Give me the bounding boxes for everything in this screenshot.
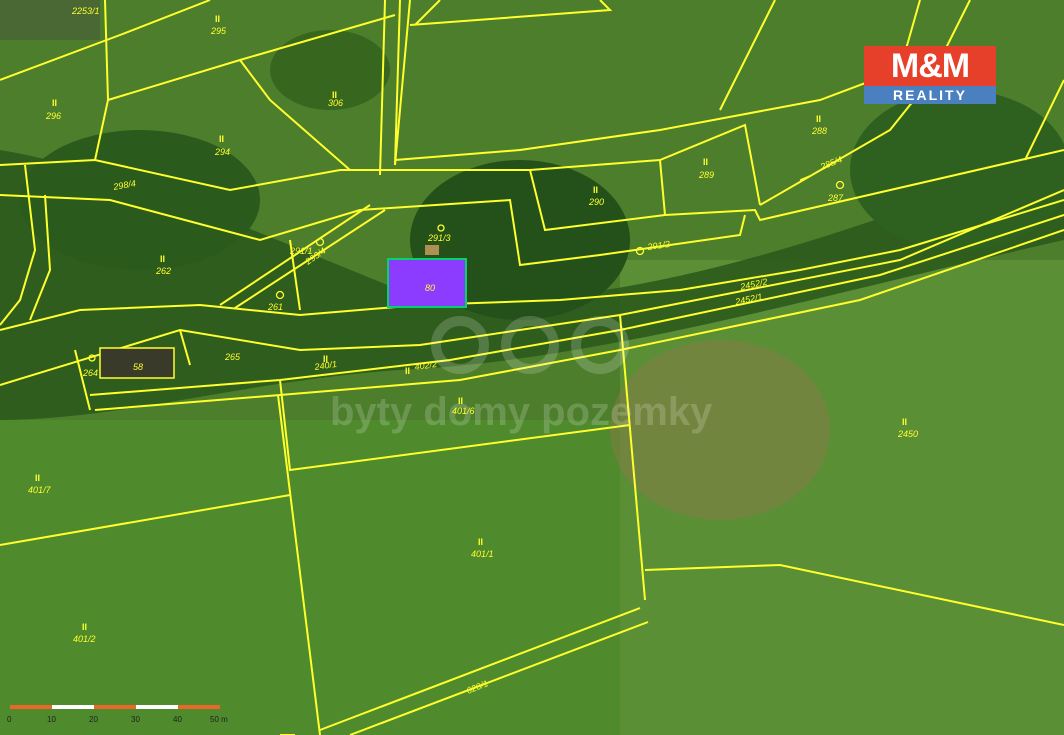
parcel-label[interactable]: 290 <box>588 197 604 207</box>
map-canvas: byty domy pozemky II II II II II II II I… <box>0 0 1064 735</box>
small-structure <box>425 245 439 255</box>
land-mark: II <box>458 396 463 406</box>
scale-segment <box>94 705 136 709</box>
land-mark: II <box>35 473 40 483</box>
land-mark: II <box>478 537 483 547</box>
logo-bottom-text: REALITY <box>864 86 996 104</box>
parcel-label[interactable]: 264 <box>82 368 98 378</box>
watermark-text: byty domy pozemky <box>330 390 713 434</box>
scale-segment <box>10 705 52 709</box>
parcel-label[interactable]: 288 <box>811 126 827 136</box>
scale-segment <box>136 705 178 709</box>
parcel-label[interactable]: 401/2 <box>73 634 96 644</box>
land-mark: II <box>82 622 87 632</box>
scale-tick-label: 30 <box>131 715 140 724</box>
mm-reality-logo: M&M REALITY <box>864 46 996 106</box>
scale-segment <box>52 705 94 709</box>
parcel-label[interactable]: 289 <box>698 170 714 180</box>
scale-tick-label: 10 <box>47 715 56 724</box>
land-mark: II <box>52 98 57 108</box>
parcel-label[interactable]: 401/1 <box>471 549 494 559</box>
land-mark: II <box>215 14 220 24</box>
land-mark: II <box>593 185 598 195</box>
parcel-label[interactable]: 261 <box>267 302 283 312</box>
land-mark: II <box>219 134 224 144</box>
parcel-label[interactable]: 262 <box>155 266 171 276</box>
parcel-label[interactable]: 294 <box>214 147 230 157</box>
parcel-label[interactable]: 401/6 <box>452 406 475 416</box>
land-mark: II <box>405 366 410 376</box>
scale-tick-label: 50 m <box>210 715 228 724</box>
scale-tick-label: 0 <box>7 715 12 724</box>
parcel-label[interactable]: 265 <box>224 352 241 362</box>
parcel-label[interactable]: 58 <box>133 362 143 372</box>
cadastral-map[interactable]: byty domy pozemky II II II II II II II I… <box>0 0 1064 735</box>
scale-tick-label: 40 <box>173 715 182 724</box>
parcel-label[interactable]: 401/7 <box>28 485 52 495</box>
parcel-label-highlighted[interactable]: 80 <box>425 283 435 293</box>
parcel-label[interactable]: 295 <box>210 26 227 36</box>
parcel-label[interactable]: 287 <box>827 193 844 203</box>
parcel-label[interactable]: 2253/1 <box>71 6 100 16</box>
land-mark: II <box>160 254 165 264</box>
meadow-south-west <box>0 420 640 735</box>
parcel-label[interactable]: 296 <box>45 111 61 121</box>
land-mark: II <box>703 157 708 167</box>
scale-segment <box>178 705 220 709</box>
land-mark: II <box>902 417 907 427</box>
logo-top-text: M&M <box>864 46 996 86</box>
parcel-label[interactable]: 2450 <box>897 429 918 439</box>
scale-tick-label: 20 <box>89 715 98 724</box>
land-mark: II <box>816 114 821 124</box>
parcel-label[interactable]: 291/3 <box>427 233 451 243</box>
parcel-label[interactable]: 306 <box>328 98 343 108</box>
